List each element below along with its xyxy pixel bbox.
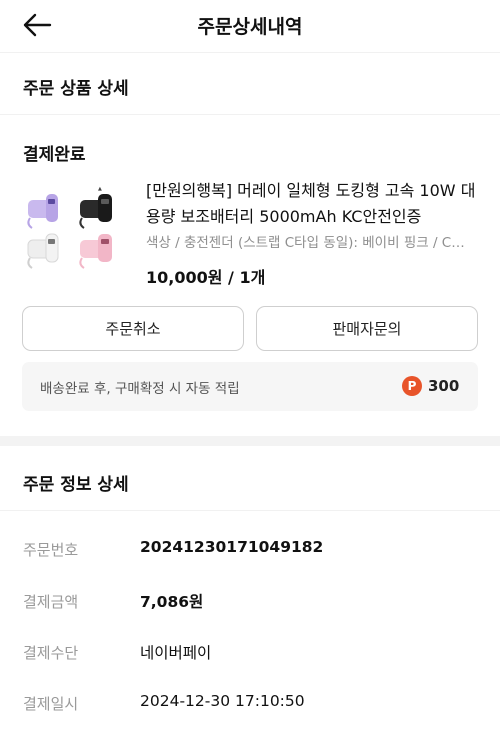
points-info-text: 배송완료 후, 구매확정 시 자동 적립 [40,381,240,397]
product-image[interactable]: ▲ [22,178,132,270]
payment-method-label: 결제수단 [23,644,79,662]
power-bank-purple-icon [27,194,58,229]
payment-status: 결제완료 [23,145,86,165]
header: 주문상세내역 [0,0,500,50]
section-title-order-info: 주문 정보 상세 [23,475,129,495]
power-bank-pink-icon [79,234,112,269]
section-divider [0,510,500,511]
section-separator [0,436,500,446]
points-icon: P [402,376,422,396]
power-bank-black-icon: ▲ [79,186,112,229]
power-bank-white-icon [27,233,59,269]
order-number-label: 주문번호 [23,541,79,559]
payment-method-value: 네이버페이 [140,644,212,662]
svg-text:▲: ▲ [98,186,102,192]
cancel-order-button[interactable]: 주문취소 [22,306,244,351]
product-name[interactable]: [만원의행복] 머레이 일체형 도킹형 고속 10W 대용량 보조배터리 500… [146,178,476,230]
payment-date-value: 2024-12-30 17:10:50 [140,692,305,710]
product-option: 색상 / 충전젠더 (스트랩 C타입 동일): 베이비 핑크 / C타입 [146,235,476,251]
header-divider [0,52,500,53]
product-price: 10,000원 / 1개 [146,268,266,287]
payment-amount-label: 결제금액 [23,593,79,611]
order-number-value: 20241230171049182 [140,538,324,556]
seller-inquiry-button[interactable]: 판매자문의 [256,306,478,351]
payment-amount-value: 7,086원 [140,593,204,611]
section-title-product: 주문 상품 상세 [23,79,129,99]
points-info-box: 배송완료 후, 구매확정 시 자동 적립 P 300 [22,362,478,411]
points-value: 300 [428,377,460,395]
payment-date-label: 결제일시 [23,695,79,713]
section-divider [0,114,500,115]
page-title: 주문상세내역 [197,16,303,38]
